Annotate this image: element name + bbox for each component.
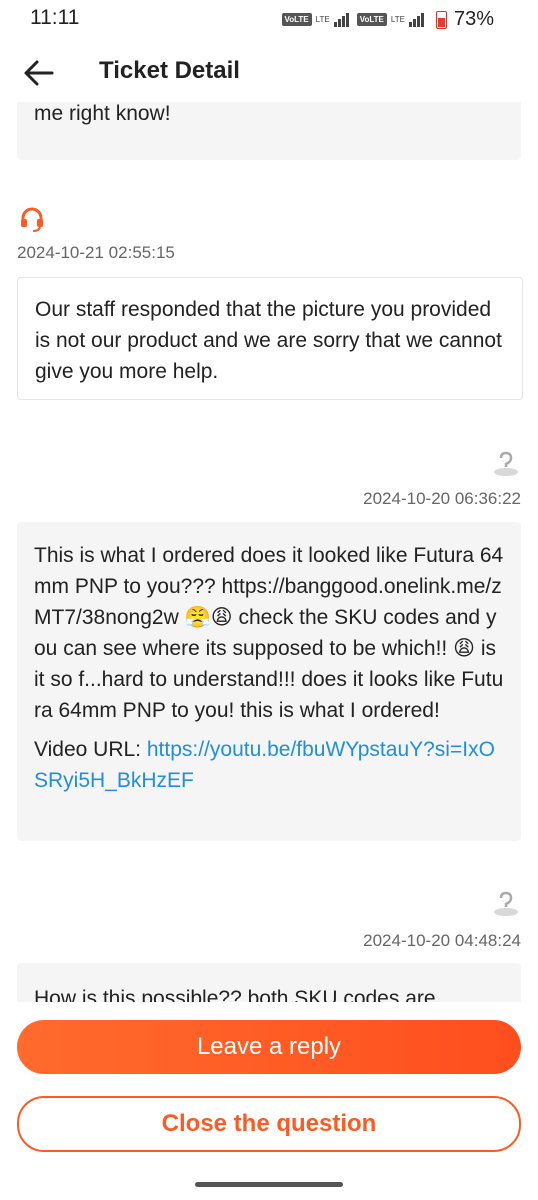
message-bubble: me right know! xyxy=(17,102,521,160)
top-app-bar: Ticket Detail xyxy=(0,42,538,102)
headset-icon xyxy=(21,207,43,232)
signal-icon xyxy=(408,12,424,27)
home-indicator[interactable] xyxy=(195,1182,343,1187)
user-avatar-icon xyxy=(494,891,518,916)
message-timestamp: 2024-10-21 02:55:15 xyxy=(17,243,175,262)
leave-reply-button[interactable]: Leave a reply xyxy=(17,1020,521,1074)
close-question-button[interactable]: Close the question xyxy=(17,1096,521,1152)
message-text: me right know! xyxy=(34,102,171,125)
back-arrow-icon[interactable] xyxy=(22,56,56,90)
message-text: How is this possible?? both SKU codes ar… xyxy=(34,987,436,1002)
status-bar: 11:11 VoLTE LTE VoLTE LTE 73% xyxy=(0,0,538,42)
message-text: This is what I ordered does it looked li… xyxy=(34,544,504,722)
lte-label: LTE xyxy=(390,15,405,24)
video-url-line: Video URL: https://youtu.be/fbuWYpstauY?… xyxy=(34,734,504,796)
signal-icon xyxy=(333,12,349,27)
user-avatar-icon xyxy=(494,451,518,476)
message-timestamp: 2024-10-20 06:36:22 xyxy=(363,489,521,508)
battery-percent: 73% xyxy=(453,8,494,30)
lte-label: LTE xyxy=(315,15,330,24)
message-timestamp: 2024-10-20 04:48:24 xyxy=(363,931,521,950)
user-message-bubble: How is this possible?? both SKU codes ar… xyxy=(17,963,521,1002)
user-message-bubble: This is what I ordered does it looked li… xyxy=(17,522,521,841)
volte-badge: VoLTE xyxy=(281,13,312,26)
bottom-action-bar: Leave a reply Close the question xyxy=(0,1002,538,1200)
message-text: Our staff responded that the picture you… xyxy=(35,298,502,383)
page-title: Ticket Detail xyxy=(99,57,240,84)
status-icons: VoLTE LTE VoLTE LTE 73% xyxy=(281,8,494,31)
volte-badge: VoLTE xyxy=(356,13,387,26)
agent-message-bubble: Our staff responded that the picture you… xyxy=(17,277,523,400)
battery-icon xyxy=(435,10,447,29)
status-time: 11:11 xyxy=(30,6,80,29)
video-url-label: Video URL: xyxy=(34,738,147,761)
conversation-list[interactable]: me right know! 2024-10-21 02:55:15 Our s… xyxy=(0,102,538,1002)
